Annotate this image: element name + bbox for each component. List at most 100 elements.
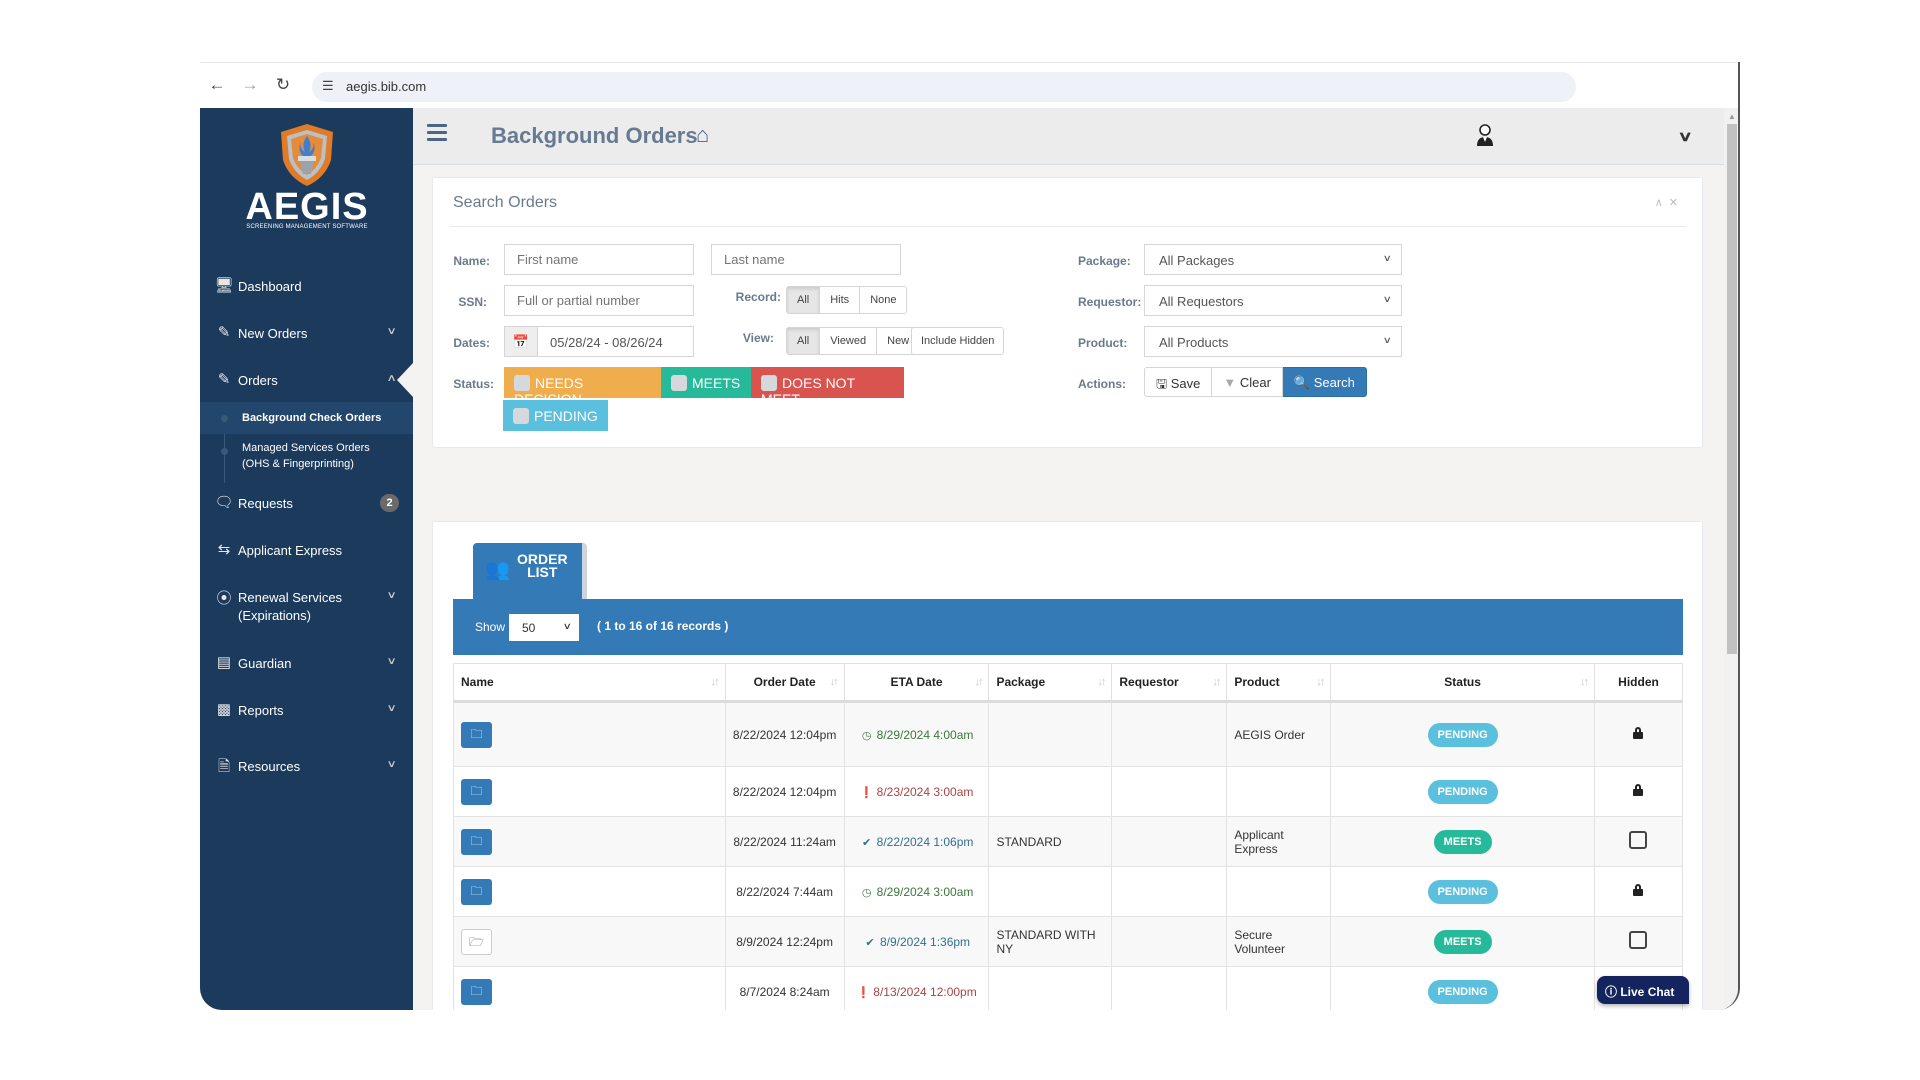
scrollbar-thumb[interactable]	[1727, 124, 1737, 654]
column-header-requestor[interactable]: Requestor ↓↑	[1111, 663, 1228, 703]
eta-value: 8/23/2024 3:00am	[876, 784, 974, 799]
folder-icon[interactable]: 🗀	[461, 828, 492, 855]
sort-icon[interactable]: ↓↑	[1580, 676, 1589, 688]
status-badge: MEETS	[1433, 829, 1492, 854]
status-cell: MEETS	[1330, 916, 1595, 967]
live-chat-button[interactable]: ⓘ Live Chat	[1597, 976, 1689, 1004]
tab-order-list[interactable]: 👥 ORDER LIST	[473, 543, 587, 599]
view-viewed-button[interactable]: Viewed	[820, 328, 878, 354]
sidebar-item-reports[interactable]: ▩ Reports ∨	[200, 690, 413, 730]
eta-value: 8/13/2024 12:00pm	[873, 984, 977, 999]
order-date-cell: 8/7/2024 8:24am	[724, 966, 845, 1010]
save-button[interactable]: 🖫 Save	[1144, 367, 1213, 397]
requestor-cell	[1111, 866, 1228, 917]
folder-icon[interactable]: 🗀	[461, 978, 492, 1005]
table-row[interactable]: 🗀 8/22/2024 12:04pm ❗ 8/23/2024 3:00am PENDI…	[453, 766, 1684, 817]
record-all-button[interactable]: All	[787, 287, 821, 313]
column-header-status[interactable]: Status ↓↑	[1330, 663, 1595, 703]
hamburger-menu-icon[interactable]	[427, 124, 447, 145]
checkbox[interactable]	[513, 408, 529, 424]
sidebar-item-applicant-express[interactable]: ⇆ Applicant Express	[200, 530, 413, 570]
scroll-up-icon[interactable]: ▲	[1728, 112, 1736, 121]
sub-label-line2: (OHS & Fingerprinting)	[242, 458, 354, 470]
sidebar-subitem-label: Managed Services Orders (OHS & Fingerprin…	[242, 440, 370, 472]
sidebar-item-orders[interactable]: ✎ Orders ∧	[200, 360, 413, 400]
last-name-input[interactable]	[711, 244, 901, 275]
calendar-icon[interactable]: 📅	[504, 326, 538, 357]
address-bar[interactable]: ☰ aegis.bib.com	[312, 72, 1576, 102]
sidebar-item-resources[interactable]: 🗎 Resources ∨	[200, 746, 413, 786]
folder-icon[interactable]: 🗀	[461, 778, 492, 805]
status-chip-meets[interactable]: MEETS	[661, 367, 751, 398]
check-icon: ✔	[865, 936, 875, 949]
home-icon[interactable]: ⌂	[696, 122, 709, 148]
divider	[449, 226, 1686, 227]
sidebar-item-renewal-services[interactable]: ⦿ Renewal Services (Expirations) ∨	[200, 577, 413, 627]
sort-icon[interactable]: ↓↑	[1097, 676, 1106, 688]
include-hidden-button[interactable]: Include Hidden	[911, 327, 1005, 355]
sidebar-item-requests[interactable]: 🗨 Requests 2	[200, 483, 413, 523]
table-row[interactable]: 🗀 8/22/2024 12:04pm ◷ 8/29/2024 4:00am AEGIS…	[453, 701, 1684, 767]
checkbox[interactable]	[671, 375, 687, 391]
submenu-dot	[221, 415, 228, 422]
ssn-input[interactable]	[504, 285, 694, 316]
table-row[interactable]: 🗀 8/22/2024 11:24am ✔ 8/22/2024 1:06pm STAND…	[453, 816, 1684, 867]
floppy-icon: 🖫	[1156, 376, 1171, 391]
date-range-input[interactable]: 05/28/24 - 08/26/24	[537, 326, 694, 357]
search-button[interactable]: 🔍 Search	[1282, 367, 1367, 397]
folder-icon[interactable]: 🗀	[461, 721, 492, 748]
close-icon[interactable]: ✕	[1669, 197, 1684, 209]
status-chip-does-not-meet[interactable]: DOES NOT MEET	[751, 367, 904, 407]
status-chip-needs-decision[interactable]: NEEDS DECISION	[504, 367, 661, 407]
sidebar-subitem-managed-services-orders[interactable]: Managed Services Orders (OHS & Fingerprin…	[200, 436, 413, 478]
table-row[interactable]: 🗁 8/9/2024 12:24pm ✔ 8/9/2024 1:36pm STANDAR…	[453, 916, 1684, 967]
aegis-logo[interactable]: AEGIS SCREENING MANAGEMENT SOFTWARE	[245, 122, 369, 232]
column-header-package[interactable]: Package ↓↑	[988, 663, 1113, 703]
record-filter-group: All Hits None	[786, 286, 908, 314]
sort-icon[interactable]: ↓↑	[1212, 676, 1221, 688]
checkbox[interactable]	[514, 375, 530, 391]
package-select[interactable]: All Packages ∨	[1144, 244, 1402, 275]
sidebar-subitem-background-check-orders[interactable]: Background Check Orders	[200, 402, 413, 434]
page-scrollbar[interactable]: ▲	[1724, 108, 1738, 1010]
hidden-checkbox[interactable]	[1629, 931, 1648, 949]
sidebar-item-new-orders[interactable]: ✎ New Orders ∨	[200, 313, 413, 353]
tune-icon[interactable]: ☰	[322, 78, 334, 94]
clear-button[interactable]: ▼ Clear	[1212, 367, 1283, 397]
user-icon[interactable]	[1476, 124, 1494, 146]
sidebar-item-dashboard[interactable]: 🖥 Dashboard	[200, 266, 413, 306]
page-size-select[interactable]: 50 ∨	[509, 614, 579, 641]
status-chip-pending[interactable]: PENDING	[503, 400, 608, 431]
requestor-select[interactable]: All Requestors ∨	[1144, 285, 1402, 316]
view-all-button[interactable]: All	[787, 328, 821, 354]
sort-icon[interactable]: ↓↑	[974, 676, 983, 688]
user-menu-chevron-icon[interactable]: ∨	[1677, 128, 1692, 145]
record-none-button[interactable]: None	[860, 287, 906, 313]
status-cell: PENDING	[1330, 866, 1595, 917]
reload-icon[interactable]: ↻	[272, 75, 294, 95]
table-row[interactable]: 🗀 8/7/2024 8:24am ❗ 8/13/2024 12:00pm PENDIN…	[453, 966, 1684, 1010]
sort-icon[interactable]: ↓↑	[711, 676, 720, 688]
checkbox[interactable]	[761, 375, 777, 391]
column-header-name[interactable]: Name ↓↑	[453, 663, 726, 703]
column-header-order-date[interactable]: Order Date ↓↑	[724, 663, 845, 703]
collapse-icon[interactable]: ∧	[1655, 197, 1669, 209]
column-header-eta-date[interactable]: ETA Date ↓↑	[843, 663, 990, 703]
sort-icon[interactable]: ↓↑	[1316, 676, 1325, 688]
sidebar-item-label: Resources	[238, 759, 301, 774]
users-icon: 👥	[485, 559, 510, 581]
folder-icon[interactable]: 🗀	[461, 878, 492, 905]
sidebar-item-guardian[interactable]: ▤ Guardian ∨	[200, 643, 413, 683]
table-row[interactable]: 🗀 8/22/2024 7:44am ◷ 8/29/2024 3:00am PENDIN…	[453, 866, 1684, 917]
column-header-product[interactable]: Product ↓↑	[1226, 663, 1332, 703]
name-cell: 🗀	[453, 816, 726, 867]
lock-icon	[1633, 784, 1644, 796]
arrow-left-icon[interactable]: ←	[206, 75, 228, 95]
record-hits-button[interactable]: Hits	[820, 287, 861, 313]
first-name-input[interactable]	[504, 244, 694, 275]
sort-icon[interactable]: ↓↑	[830, 676, 839, 688]
arrow-right-icon[interactable]: →	[239, 75, 261, 95]
product-select[interactable]: All Products ∨	[1144, 326, 1402, 357]
folder-open-icon[interactable]: 🗁	[461, 928, 492, 955]
hidden-checkbox[interactable]	[1629, 831, 1648, 849]
